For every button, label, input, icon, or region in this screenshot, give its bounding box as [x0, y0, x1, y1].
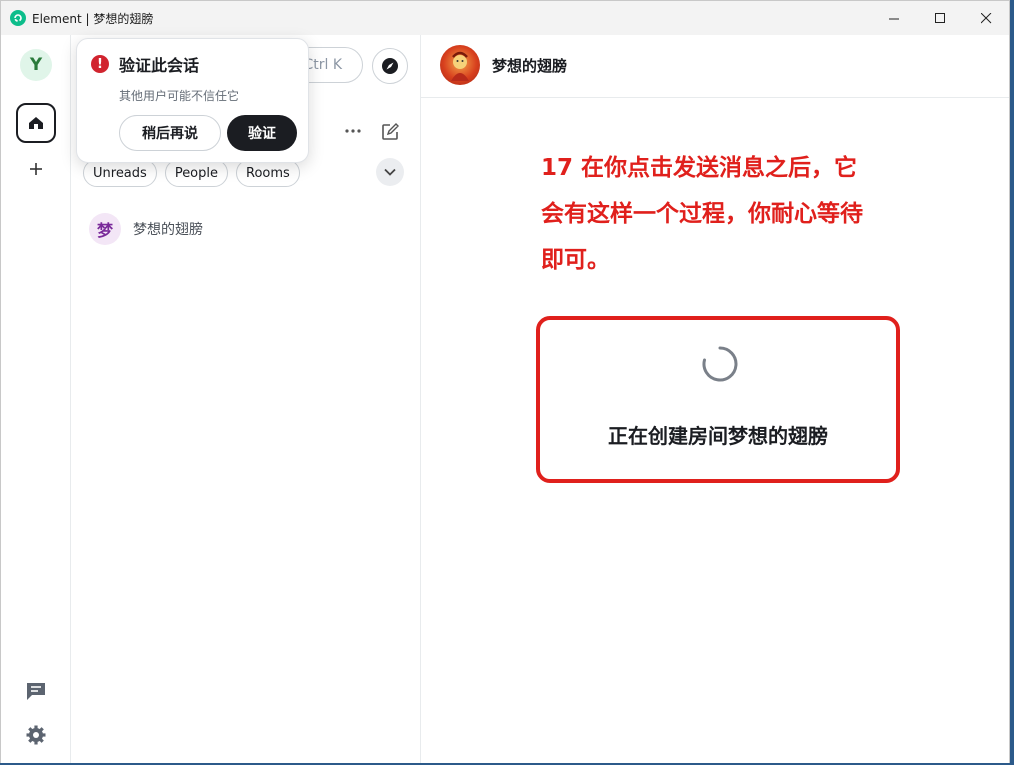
- room-item-name: 梦想的翅膀: [133, 222, 203, 238]
- room-filters: Unreads People Rooms: [83, 159, 300, 187]
- compose-icon: [382, 123, 399, 140]
- creating-room-text: 正在创建房间梦想的翅膀: [608, 424, 828, 448]
- tutorial-annotation: 17 在你点击发送消息之后，它 会有这样一个过程，你耐心等待 即可。: [541, 145, 941, 283]
- search-shortcut-label: Ctrl K: [303, 57, 342, 73]
- compose-button[interactable]: [379, 121, 401, 143]
- verify-button[interactable]: 验证: [227, 115, 297, 151]
- home-button[interactable]: [16, 103, 56, 143]
- annotation-line: 会有这样一个过程，你耐心等待: [541, 201, 863, 227]
- annotation-line: 即可。: [541, 247, 610, 273]
- threads-button[interactable]: [24, 679, 48, 703]
- highlight-box: 正在创建房间梦想的翅膀: [536, 316, 900, 483]
- user-avatar[interactable]: Y: [20, 49, 52, 81]
- annotation-line: 17 在你点击发送消息之后，它: [541, 155, 858, 181]
- compass-icon: [382, 58, 398, 74]
- home-icon: [29, 117, 43, 129]
- minimize-button[interactable]: [871, 1, 917, 35]
- explore-rooms-button[interactable]: [372, 48, 408, 84]
- spaces-bar: Y: [1, 35, 71, 763]
- threads-icon: [27, 683, 45, 700]
- later-button[interactable]: 稍后再说: [119, 115, 221, 151]
- verify-session-popup: ! 验证此会话 其他用户可能不信任它 稍后再说 验证: [76, 38, 309, 163]
- app-window: Element | 梦想的翅膀 Y Ctrl K Unreads People …: [0, 0, 1010, 763]
- more-icon: [345, 129, 361, 133]
- chevron-down-icon: [384, 168, 396, 176]
- title-bar: Element | 梦想的翅膀: [1, 1, 1009, 35]
- settings-button[interactable]: [24, 723, 48, 747]
- room-header-name[interactable]: 梦想的翅膀: [492, 55, 567, 76]
- expand-filters-button[interactable]: [376, 158, 404, 186]
- filter-people[interactable]: People: [164, 159, 229, 187]
- close-button[interactable]: [963, 1, 1009, 35]
- room-avatar: 梦: [89, 213, 121, 245]
- popup-title: 验证此会话: [119, 56, 200, 75]
- element-logo-icon: [10, 10, 26, 26]
- more-options-button[interactable]: [343, 121, 363, 141]
- room-header-avatar[interactable]: [440, 45, 480, 85]
- popup-subtitle: 其他用户可能不信任它: [119, 89, 240, 103]
- loading-spinner-icon: [702, 346, 738, 382]
- maximize-button[interactable]: [917, 1, 963, 35]
- room-view: 梦想的翅膀 17 在你点击发送消息之后，它 会有这样一个过程，你耐心等待 即可。…: [421, 35, 1009, 763]
- plus-icon: [30, 163, 42, 175]
- settings-icon: [26, 725, 46, 745]
- filter-unreads[interactable]: Unreads: [83, 159, 157, 187]
- alert-icon: !: [91, 55, 109, 73]
- window-title: Element | 梦想的翅膀: [32, 11, 154, 26]
- filter-rooms[interactable]: Rooms: [236, 159, 300, 187]
- room-header: 梦想的翅膀: [421, 35, 1009, 98]
- create-space-button[interactable]: [24, 157, 48, 181]
- room-list-item[interactable]: 梦 梦想的翅膀: [89, 211, 409, 247]
